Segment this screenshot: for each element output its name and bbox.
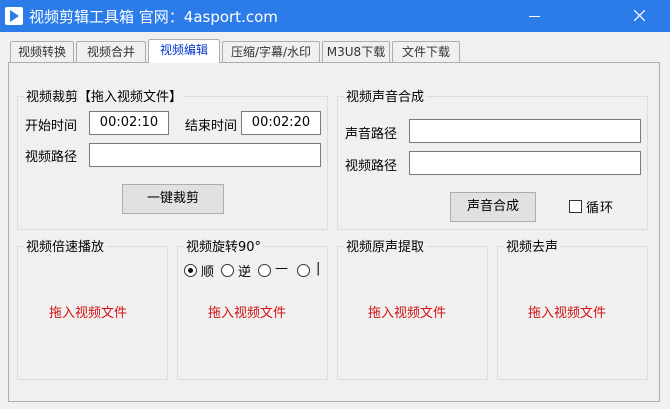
- trim-group-title: 视频裁剪【拖入视频文件】: [24, 86, 185, 105]
- extract-audio-group-title: 视频原声提取: [344, 236, 427, 255]
- tab-file-download[interactable]: 文件下载: [392, 41, 460, 63]
- audio-merge-button[interactable]: 声音合成: [450, 192, 536, 222]
- trim-path-label: 视频路径: [25, 150, 78, 165]
- audio-path-input[interactable]: [409, 119, 641, 143]
- trim-button[interactable]: 一键裁剪: [122, 184, 224, 214]
- speed-group-title: 视频倍速播放: [24, 236, 107, 255]
- start-time-label: 开始时间: [25, 119, 78, 134]
- close-button[interactable]: [620, 2, 660, 30]
- title-bar: 视频剪辑工具箱 官网：4asport.com: [0, 0, 670, 32]
- tab-video-edit[interactable]: 视频编辑: [148, 39, 220, 63]
- extract-audio-drop-hint[interactable]: 拖入视频文件: [368, 302, 446, 321]
- audio-merge-group-title: 视频声音合成: [344, 86, 427, 105]
- flip-horizontal-label: —: [275, 261, 288, 276]
- trim-path-input[interactable]: [89, 143, 321, 167]
- flip-horizontal-radio[interactable]: [258, 264, 271, 277]
- loop-checkbox[interactable]: [569, 200, 582, 213]
- loop-label: 循环: [586, 201, 615, 216]
- merge-video-path-label: 视频路径: [345, 159, 398, 174]
- tab-video-convert[interactable]: 视频转换: [10, 41, 74, 63]
- merge-video-path-input[interactable]: [409, 151, 641, 175]
- rotate-counterclockwise-label: 逆: [238, 265, 252, 280]
- start-time-input[interactable]: 00:02:10: [89, 111, 169, 135]
- end-time-label: 结束时间: [185, 119, 238, 134]
- speed-drop-hint[interactable]: 拖入视频文件: [49, 302, 127, 321]
- rotate-counterclockwise-radio[interactable]: [221, 264, 234, 277]
- tab-compress-subtitle-watermark[interactable]: 压缩/字幕/水印: [222, 41, 320, 63]
- mute-group-title: 视频去声: [504, 236, 561, 255]
- minimize-button[interactable]: [515, 2, 555, 30]
- audio-path-label: 声音路径: [345, 127, 398, 142]
- app-icon: [5, 7, 23, 25]
- tab-video-merge[interactable]: 视频合并: [76, 41, 146, 63]
- end-time-input[interactable]: 00:02:20: [241, 111, 321, 135]
- mute-drop-hint[interactable]: 拖入视频文件: [528, 302, 606, 321]
- window-title: 视频剪辑工具箱 官网：4asport.com: [29, 8, 278, 26]
- rotate-clockwise-radio[interactable]: [184, 264, 197, 277]
- flip-vertical-label: |: [316, 261, 321, 276]
- close-icon: [634, 10, 645, 21]
- rotate-clockwise-label: 顺: [201, 265, 215, 280]
- flip-vertical-radio[interactable]: [297, 264, 310, 277]
- tab-m3u8-download[interactable]: M3U8下载: [322, 41, 390, 63]
- rotate-group-title: 视频旋转90°: [184, 236, 264, 255]
- rotate-drop-hint[interactable]: 拖入视频文件: [208, 302, 286, 321]
